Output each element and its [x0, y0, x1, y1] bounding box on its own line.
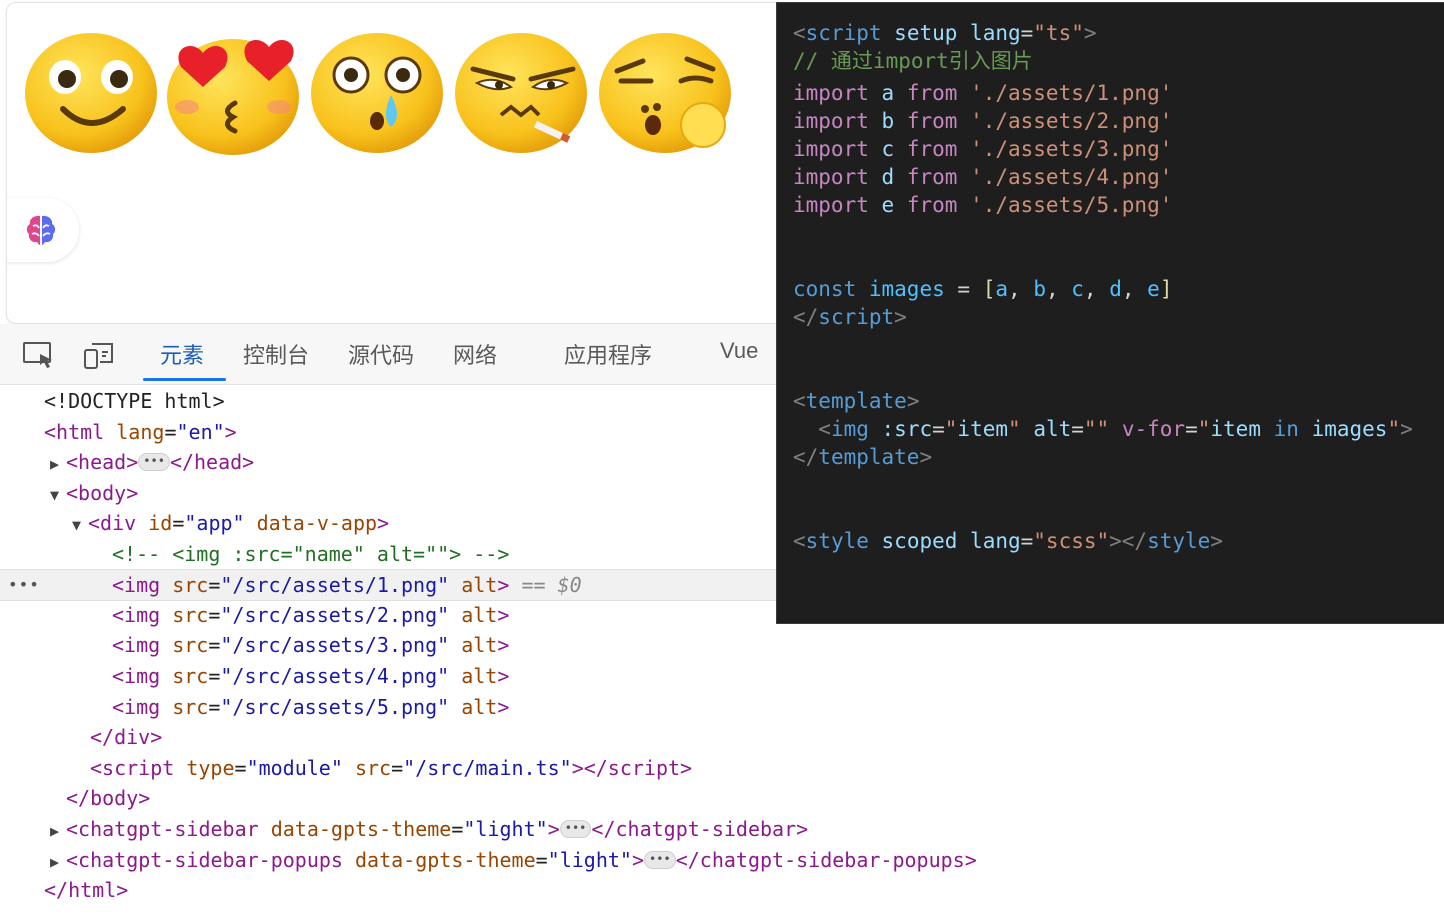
brain-icon: [26, 215, 56, 245]
devtools-toolbar: 元素 控制台 源代码 网络 应用程序 Vue: [0, 324, 776, 385]
heart-eyes-kiss-emoji: [163, 25, 303, 157]
dom-node-html[interactable]: <html lang="en">: [0, 417, 820, 447]
dom-node-img-selected[interactable]: ••• <img src="/src/assets/1.png" alt> == …: [0, 569, 888, 601]
expand-arrow-icon[interactable]: ▶: [50, 816, 66, 846]
tab-console[interactable]: 控制台: [243, 338, 309, 370]
tab-network[interactable]: 网络: [453, 338, 497, 370]
active-tab-indicator: [143, 378, 226, 381]
tab-application[interactable]: 应用程序: [564, 338, 652, 370]
dom-node-body[interactable]: ▼ <body>: [0, 478, 826, 508]
code-line-img: <img :src="item" alt="" v-for="item in i…: [793, 417, 1413, 441]
dom-node-img[interactable]: <img src="/src/assets/3.png" alt>: [0, 630, 888, 660]
dom-node-comment[interactable]: <!-- <img :src="name" alt=""> -->: [0, 539, 888, 569]
dom-node-img[interactable]: <img src="/src/assets/4.png" alt>: [0, 661, 888, 691]
dom-node-script[interactable]: <script type="module" src="/src/main.ts"…: [0, 753, 866, 783]
thinking-emoji: [595, 25, 735, 157]
dom-node-chatgpt-sidebar-popups[interactable]: ▶ <chatgpt-sidebar-popups data-gpts-theme…: [0, 845, 977, 877]
dom-node-html-close[interactable]: </html>: [0, 875, 820, 905]
dom-node-chatgpt-sidebar[interactable]: ▶ <chatgpt-sidebar data-gpts-theme="light…: [0, 814, 826, 844]
code-line-import: import b from './assets/2.png': [793, 109, 1173, 133]
brain-extension-button[interactable]: [7, 198, 79, 262]
collapse-arrow-icon[interactable]: ▼: [50, 480, 66, 510]
code-line-template-open: <template>: [793, 389, 920, 413]
tab-sources[interactable]: 源代码: [348, 338, 414, 370]
tab-elements[interactable]: 元素: [160, 338, 204, 370]
expand-arrow-icon[interactable]: ▶: [50, 847, 66, 877]
dom-node-doctype[interactable]: <!DOCTYPE html>: [0, 386, 820, 416]
dom-node-head[interactable]: ▶ <head> ••• </head>: [0, 447, 826, 477]
dom-node-img[interactable]: <img src="/src/assets/5.png" alt>: [0, 692, 888, 722]
dom-node-body-close[interactable]: </body>: [0, 783, 842, 813]
collapse-arrow-icon[interactable]: ▼: [72, 510, 88, 540]
dom-tree: <!DOCTYPE html> <html lang="en"> ▶ <head>…: [0, 386, 977, 914]
dom-node-div-close[interactable]: </div>: [0, 722, 866, 752]
code-panel: <script setup lang="ts"> // 通过import引入图片…: [776, 2, 1444, 624]
ellipsis-badge[interactable]: •••: [138, 452, 170, 471]
ellipsis-badge[interactable]: •••: [559, 819, 592, 838]
ellipsis-badge[interactable]: •••: [644, 850, 676, 869]
code-line-import: import d from './assets/4.png': [793, 165, 1173, 189]
dom-node-img[interactable]: <img src="/src/assets/2.png" alt>: [0, 600, 888, 630]
tab-vue[interactable]: Vue: [720, 338, 758, 364]
smoking-smirk-emoji: [451, 25, 591, 157]
code-line-const: const images = [a, b, c, d, e]: [793, 277, 1173, 301]
smile-emoji: [21, 25, 161, 157]
crying-surprised-emoji: [307, 25, 447, 157]
expand-arrow-icon[interactable]: ▶: [50, 449, 66, 479]
code-line-script-close: </script>: [793, 305, 907, 329]
code-line-style: <style scoped lang="scss"></style>: [793, 529, 1223, 553]
code-line-template-close: </template>: [793, 445, 933, 469]
inspect-element-icon[interactable]: [22, 340, 56, 370]
code-line-import: import a from './assets/1.png': [793, 81, 1173, 105]
dom-node-div-app[interactable]: ▼ <div id="app" data-v-app>: [0, 508, 848, 538]
page-preview: [6, 2, 798, 324]
code-line-comment: // 通过import引入图片: [793, 49, 1033, 73]
code-line-import: import c from './assets/3.png': [793, 137, 1173, 161]
device-toolbar-icon[interactable]: [82, 340, 116, 370]
code-line-import: import e from './assets/5.png': [793, 193, 1173, 217]
code-line-script-open: <script setup lang="ts">: [793, 21, 1097, 45]
more-options-icon[interactable]: •••: [8, 570, 40, 600]
